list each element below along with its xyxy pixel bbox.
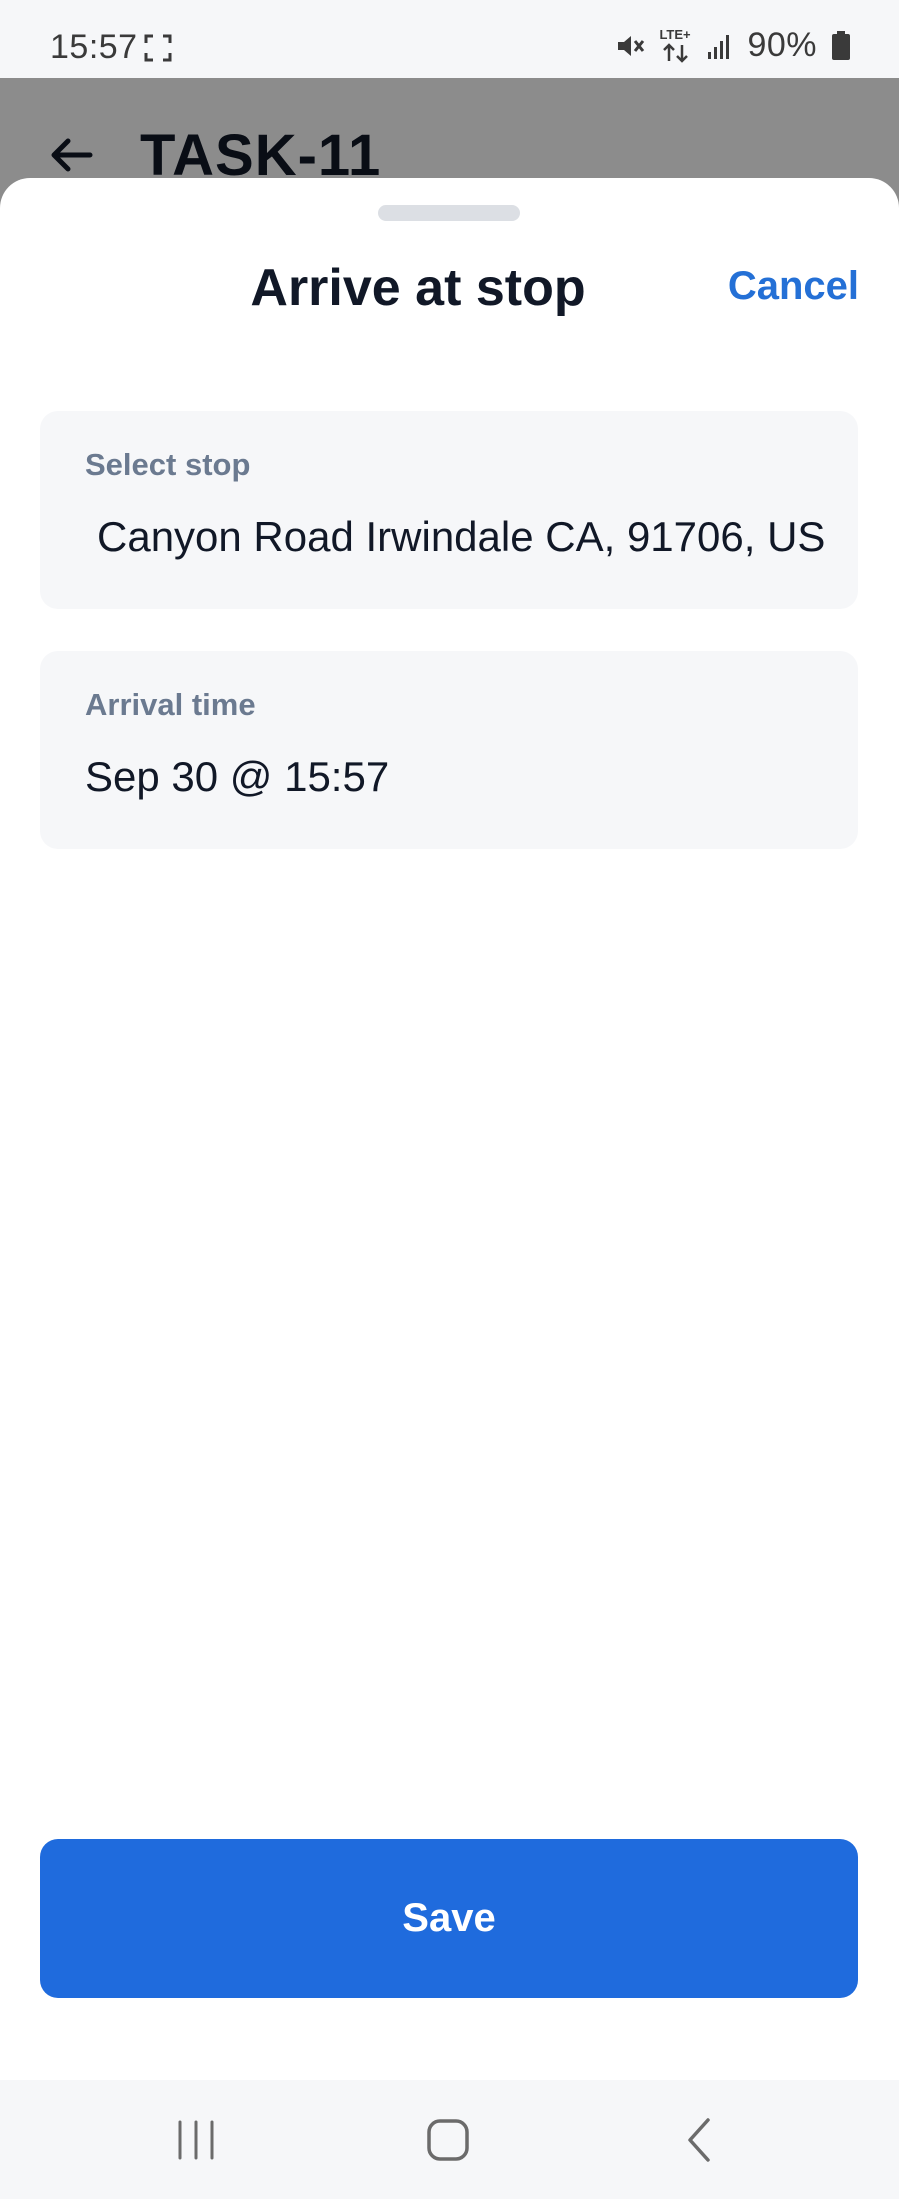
status-icons: LTE+ 90%: [615, 26, 851, 65]
arrival-time-value: Sep 30 @ 15:57: [85, 753, 390, 800]
system-nav-bar: [0, 2080, 899, 2199]
status-time: 15:57: [50, 28, 138, 66]
lte-label: LTE+: [659, 26, 691, 42]
arrival-time-label: Arrival time: [85, 687, 256, 722]
select-stop-value: Canyon Road Irwindale CA, 91706, US: [97, 513, 826, 560]
battery-percent: 90%: [747, 26, 817, 64]
drag-handle[interactable]: [378, 205, 520, 221]
battery-icon: [832, 30, 850, 60]
arrive-at-stop-sheet: Arrive at stop Cancel Select stop Canyon…: [0, 178, 899, 2080]
save-button-label: Save: [402, 1896, 496, 1940]
save-button[interactable]: Save: [40, 1839, 858, 1998]
arrival-time-field[interactable]: Arrival time Sep 30 @ 15:57: [40, 651, 858, 849]
sheet-title: Arrive at stop: [250, 259, 586, 317]
home-icon[interactable]: [418, 2110, 478, 2170]
select-stop-label: Select stop: [85, 447, 251, 482]
status-bar: 15:57 LTE+ 90%: [0, 0, 899, 78]
screenshot-frame-icon: [144, 34, 172, 62]
signal-bars-icon: [708, 34, 730, 59]
select-stop-field[interactable]: Select stop Canyon Road Irwindale CA, 91…: [40, 411, 858, 609]
cancel-button[interactable]: Cancel: [728, 264, 859, 309]
recents-icon[interactable]: [166, 2110, 226, 2170]
lte-data-icon: LTE+: [659, 26, 693, 63]
back-chevron-icon[interactable]: [670, 2110, 730, 2170]
mute-icon: [618, 35, 645, 56]
